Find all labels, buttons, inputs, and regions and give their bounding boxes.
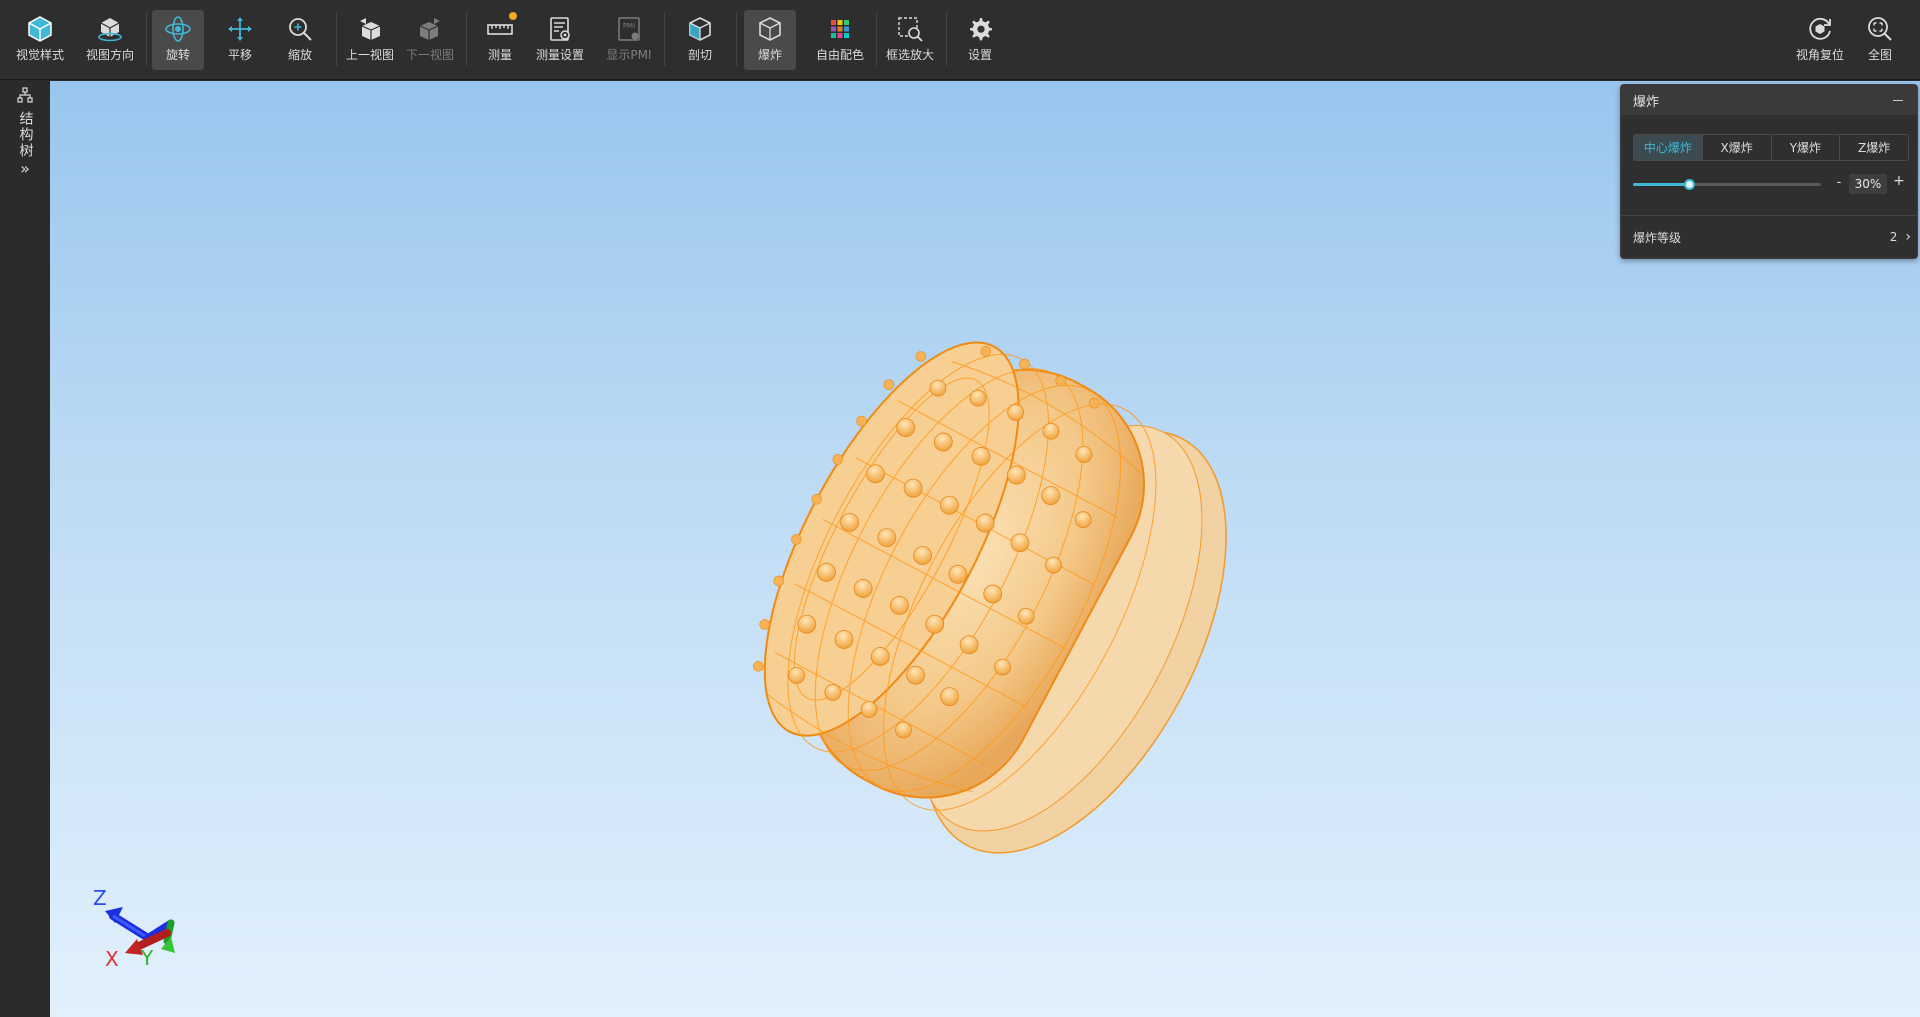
- structure-tree-button[interactable]: 结构树 »: [12, 87, 38, 178]
- decrease-button[interactable]: -: [1833, 175, 1845, 190]
- pan-icon: [225, 14, 255, 44]
- show-pmi-icon: PMI: [614, 14, 644, 44]
- explode-panel-header: 爆炸: [1621, 85, 1917, 115]
- section-label: 剖切: [687, 48, 712, 62]
- minimize-icon: [1893, 99, 1903, 101]
- toolbar-divider: [736, 12, 737, 66]
- panel-divider: [1621, 215, 1917, 216]
- view-direction-label: 视图方向: [85, 48, 134, 62]
- chevron-right-icon: ›: [1905, 229, 1911, 245]
- explode-button[interactable]: 爆炸: [744, 10, 796, 70]
- reset-view-button[interactable]: 视角复位: [1790, 10, 1850, 70]
- free-color-button[interactable]: 自由配色: [812, 10, 868, 70]
- axis-y-label: Y: [140, 946, 154, 970]
- reset-view-label: 视角复位: [1795, 48, 1844, 62]
- explode-slider-row: - 30% +: [1633, 173, 1913, 195]
- view-direction-icon: [95, 14, 125, 44]
- explode-percent-value[interactable]: 30%: [1849, 174, 1887, 194]
- next-view-button[interactable]: 下一视图: [402, 10, 458, 70]
- 3d-model-render: [753, 341, 1227, 854]
- measure-icon: [485, 12, 517, 44]
- explode-level-value: 2: [1889, 230, 1898, 244]
- explode-level-label: 爆炸等级: [1633, 230, 1682, 245]
- section-icon: [685, 14, 715, 44]
- tab-z-explode[interactable]: Z爆炸: [1840, 135, 1908, 160]
- tab-center-explode[interactable]: 中心爆炸: [1634, 135, 1703, 160]
- settings-label: 设置: [967, 48, 992, 62]
- toolbar-divider: [146, 12, 147, 66]
- tab-y-explode[interactable]: Y爆炸: [1772, 135, 1841, 160]
- previous-view-label: 上一视图: [345, 48, 394, 62]
- fit-all-icon: [1865, 14, 1895, 44]
- pan-button[interactable]: 平移: [212, 10, 268, 70]
- explode-slider-fill: [1633, 183, 1689, 186]
- rotate-icon: [163, 14, 193, 44]
- measure-settings-icon: [545, 14, 575, 44]
- show-pmi-icon-text: PMI: [623, 22, 635, 30]
- measure-badge: [509, 12, 517, 20]
- increase-button[interactable]: +: [1893, 173, 1905, 189]
- toolbar-divider: [466, 12, 467, 66]
- axis-x-label: X: [105, 947, 119, 971]
- fit-all-button[interactable]: 全图: [1852, 10, 1908, 70]
- explode-level-row[interactable]: 爆炸等级 2 ›: [1633, 225, 1911, 249]
- hierarchy-icon: [17, 87, 33, 109]
- color-palette-icon: [825, 14, 855, 44]
- explode-level-right: 2 ›: [1890, 229, 1911, 245]
- explode-icon: [755, 14, 785, 44]
- expand-chevron-icon: »: [20, 159, 30, 178]
- main-toolbar: 视觉样式 视图方向 旋转 平移 缩放 上一视图 下一视图 测量 测量设置 PMI…: [0, 0, 1920, 80]
- show-pmi-button[interactable]: PMI 显示PMI: [600, 10, 658, 70]
- tab-x-explode[interactable]: X爆炸: [1703, 135, 1772, 160]
- toolbar-divider: [664, 12, 665, 66]
- previous-view-icon: [355, 14, 385, 44]
- visual-style-button[interactable]: 视觉样式: [12, 10, 68, 70]
- reset-view-icon: [1805, 14, 1835, 44]
- fit-all-label: 全图: [1867, 48, 1892, 62]
- box-zoom-icon: [895, 14, 925, 44]
- zoom-icon: [285, 14, 315, 44]
- zoom-button[interactable]: 缩放: [272, 10, 328, 70]
- next-view-icon: [415, 14, 445, 44]
- settings-button[interactable]: 设置: [952, 10, 1008, 70]
- zoom-label: 缩放: [287, 48, 312, 62]
- explode-label: 爆炸: [757, 48, 782, 62]
- box-zoom-button[interactable]: 框选放大: [882, 10, 938, 70]
- toolbar-divider: [336, 12, 337, 66]
- explode-panel-title: 爆炸: [1633, 94, 1660, 110]
- view-direction-button[interactable]: 视图方向: [82, 10, 138, 70]
- structure-tree-label: 结构树: [17, 111, 34, 159]
- measure-settings-button[interactable]: 测量设置: [532, 10, 588, 70]
- explode-panel: 爆炸 中心爆炸 X爆炸 Y爆炸 Z爆炸 - 30% + 爆炸等级 2 ›: [1620, 84, 1918, 259]
- visual-style-icon: [25, 14, 55, 44]
- axis-triad: Z X Y: [93, 886, 180, 971]
- visual-style-label: 视觉样式: [15, 48, 64, 62]
- previous-view-button[interactable]: 上一视图: [342, 10, 398, 70]
- measure-settings-label: 测量设置: [535, 48, 584, 62]
- axis-z-label: Z: [93, 886, 107, 910]
- next-view-label: 下一视图: [405, 48, 454, 62]
- explode-slider-handle[interactable]: [1684, 179, 1695, 190]
- left-rail: 结构树 »: [0, 81, 50, 1017]
- gear-icon: [965, 14, 995, 44]
- free-color-label: 自由配色: [815, 48, 864, 62]
- toolbar-divider: [946, 12, 947, 66]
- measure-button[interactable]: 测量: [472, 10, 528, 70]
- toolbar-divider: [876, 12, 877, 66]
- section-button[interactable]: 剖切: [672, 10, 728, 70]
- show-pmi-label: 显示PMI: [606, 48, 652, 62]
- minimize-button[interactable]: [1891, 93, 1905, 107]
- explode-mode-tabs: 中心爆炸 X爆炸 Y爆炸 Z爆炸: [1633, 134, 1909, 161]
- rotate-button[interactable]: 旋转: [152, 10, 204, 70]
- pan-label: 平移: [227, 48, 252, 62]
- rotate-label: 旋转: [165, 48, 190, 62]
- box-zoom-label: 框选放大: [885, 48, 934, 62]
- measure-label: 测量: [487, 48, 512, 62]
